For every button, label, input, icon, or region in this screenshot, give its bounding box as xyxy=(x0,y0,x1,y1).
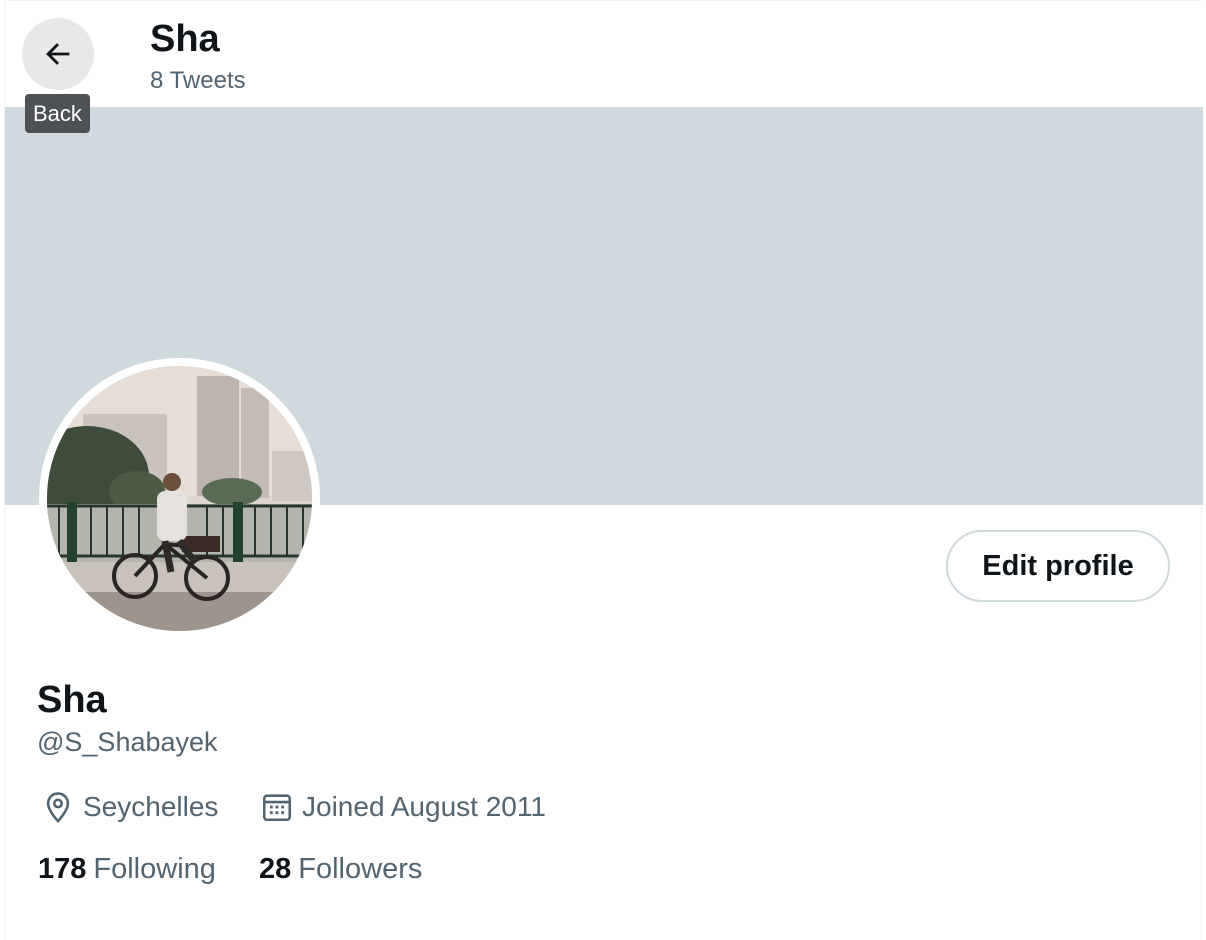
profile-photo xyxy=(47,366,312,631)
location-text: Seychelles xyxy=(83,791,219,822)
arrow-left-icon xyxy=(46,43,70,65)
followers-label: Followers xyxy=(298,852,423,885)
following-link[interactable]: 178 Following xyxy=(38,850,216,888)
display-name: Sha xyxy=(37,679,107,721)
following-label: Following xyxy=(93,852,216,885)
join-date: Joined August 2011 xyxy=(260,787,546,827)
avatar-image xyxy=(47,366,312,631)
top-header: Back Sha 8 Tweets xyxy=(5,1,1203,133)
profile-page: Back Sha 8 Tweets Edit profile Sha @S_Sh… xyxy=(4,0,1203,940)
header-title: Sha xyxy=(150,18,220,60)
back-button[interactable] xyxy=(22,18,94,90)
tweet-count: 8 Tweets xyxy=(150,67,246,94)
back-tooltip: Back xyxy=(25,94,90,133)
location: Seychelles xyxy=(41,787,218,827)
edit-profile-button[interactable]: Edit profile xyxy=(946,530,1170,602)
join-date-text: Joined August 2011 xyxy=(302,791,546,822)
user-handle: @S_Shabayek xyxy=(37,727,218,757)
avatar[interactable] xyxy=(39,358,320,639)
location-pin-icon xyxy=(46,792,70,824)
followers-link[interactable]: 28 Followers xyxy=(259,850,422,888)
following-count: 178 xyxy=(38,852,87,885)
followers-count: 28 xyxy=(259,852,292,885)
calendar-icon xyxy=(262,794,292,822)
